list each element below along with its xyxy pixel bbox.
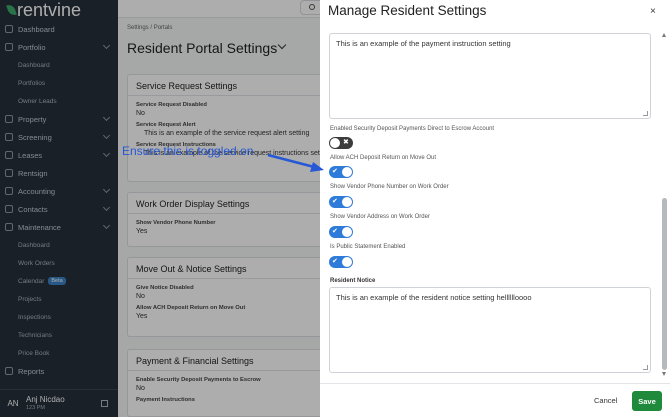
arrow-shaft <box>267 153 319 170</box>
annotation-arrow <box>267 153 324 172</box>
arrow-head-icon <box>310 162 324 172</box>
